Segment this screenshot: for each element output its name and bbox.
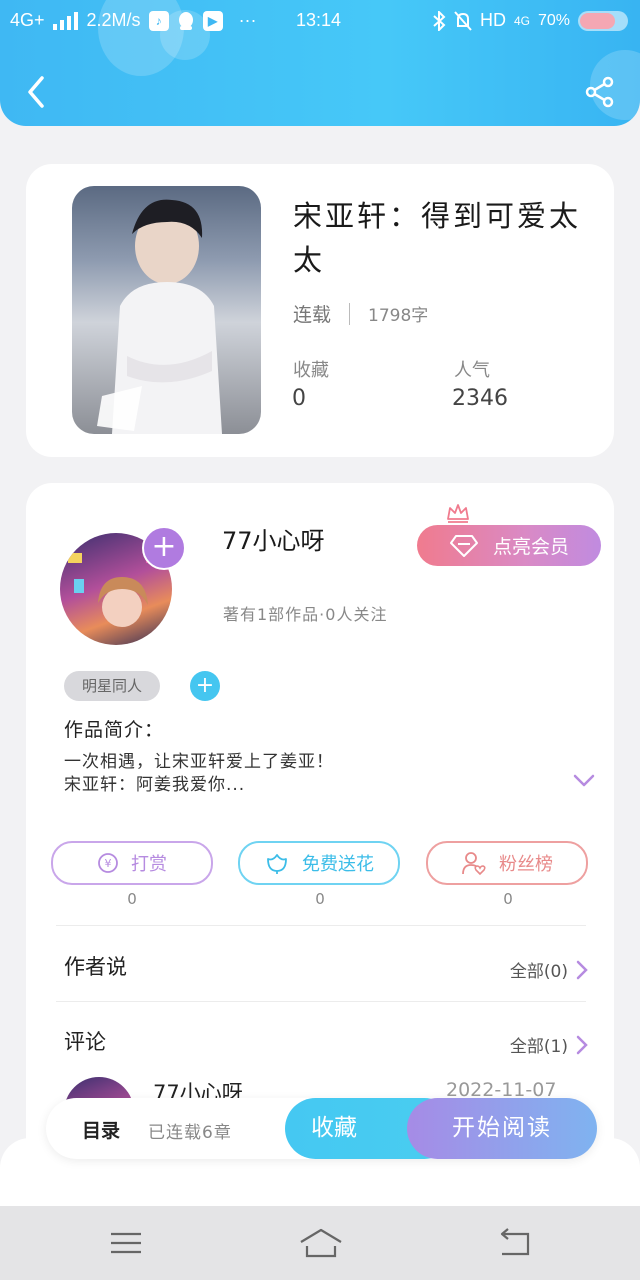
svg-text:¥: ¥ [105,857,112,870]
chevron-right-icon [576,960,588,979]
book-info-card: 宋亚轩：得到可爱太太 连载 1798字 收藏 0 人气 2346 [26,164,614,457]
start-reading-button[interactable]: 开始阅读 [407,1098,597,1159]
word-count: 1798字 [368,306,429,326]
intro-text: 一次相遇，让宋亚轩爱上了姜亚！ 宋亚轩：阿姜我爱你... [64,752,334,795]
tip-count: 0 [127,890,137,908]
bluetooth-icon [433,10,446,31]
yuan-coin-icon: ¥ [98,853,118,873]
user-heart-icon [462,852,486,876]
author-says-title: 作者说 [64,955,127,979]
battery-icon [578,10,628,31]
send-flower-button[interactable]: 免费送花 [238,841,400,885]
more-dots: ··· [238,10,257,30]
share-icon[interactable] [584,76,616,108]
meta-divider [349,302,351,325]
favorites-label: 收藏 [293,360,329,381]
tip-button[interactable]: ¥ 打赏 [51,841,213,885]
chapter-count: 已连载6章 [148,1123,232,1143]
tip-label: 打赏 [131,854,167,875]
status-bar: 4G+ 2.2M/s ♪ ▶ ··· 13:14 HD 4G 70% [0,0,640,42]
header: 4G+ 2.2M/s ♪ ▶ ··· 13:14 HD 4G 70% [0,0,640,126]
comments-all-label: 全部(1) [509,1037,568,1057]
battery-percent: 70% [537,11,570,29]
send-flower-label: 免费送花 [302,854,374,875]
author-says-all-label: 全部(0) [509,962,568,982]
book-cover-image[interactable] [72,186,261,434]
comments-title: 评论 [64,1030,106,1054]
popularity-value: 2346 [452,386,508,411]
system-nav-bar [0,1206,640,1280]
book-title: 宋亚轩：得到可爱太太 [293,199,582,277]
vip-label: 点亮会员 [492,536,569,558]
serial-status: 连载 [293,304,332,326]
speed-label: 2.2M/s [86,10,141,30]
follow-plus-button[interactable]: + [142,526,186,570]
divider [56,1001,586,1002]
author-stats: 著有1部作品·0人关注 [223,605,388,624]
network-right-label: 4G [513,13,530,28]
back-arrow-icon[interactable] [22,74,50,110]
vip-member-button[interactable]: 点亮会员 [417,525,601,566]
back-icon[interactable] [496,1226,536,1260]
popularity-label: 人气 [454,360,490,381]
fan-count: 0 [503,890,513,908]
comments-all-link[interactable]: 全部(1) [510,1032,588,1057]
diamond-icon [449,534,478,557]
clock: 13:14 [296,10,342,30]
fan-ranking-label: 粉丝榜 [499,854,553,875]
intro-label: 作品简介： [64,719,165,741]
hd-label: HD [479,10,506,30]
flower-count: 0 [315,890,325,908]
chevron-right-icon [576,1035,588,1054]
fan-ranking-button[interactable]: 粉丝榜 [426,841,588,885]
qq-icon [178,11,193,30]
flower-icon [267,854,287,874]
genre-tag[interactable]: 明星同人 [64,671,160,701]
reading-action-bar: 目录 已连载6章 收藏 开始阅读 [46,1098,597,1159]
author-name[interactable]: 77小心呀 [222,521,325,556]
toc-button[interactable]: 目录 [82,1116,120,1143]
home-icon[interactable] [298,1226,344,1260]
favorites-value: 0 [292,386,306,411]
book-meta: 连载 1798字 [293,300,428,327]
signal-icon [52,11,78,30]
play-icon: ▶ [202,10,223,31]
mute-bell-icon [454,10,472,31]
menu-icon[interactable] [106,1226,146,1260]
expand-chevron-icon[interactable] [572,773,596,789]
author-says-all-link[interactable]: 全部(0) [510,957,588,982]
network-label: 4G+ [10,10,45,30]
divider [56,925,586,926]
tiktok-icon: ♪ [148,10,169,31]
crown-icon [447,504,469,523]
add-tag-button[interactable]: + [190,671,220,701]
